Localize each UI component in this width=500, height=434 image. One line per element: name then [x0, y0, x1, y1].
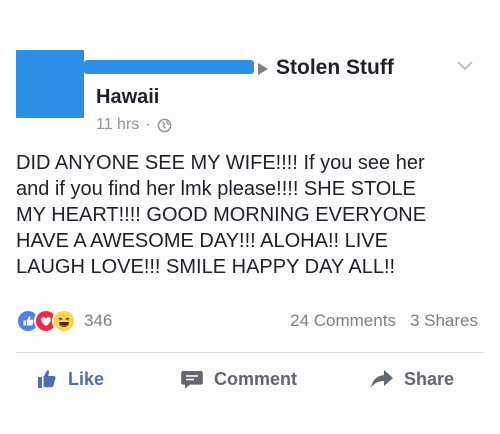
share-button[interactable]: Share — [370, 368, 454, 390]
arrow-right-icon — [258, 63, 268, 75]
action-bar: Like Comment Share — [0, 368, 500, 404]
post-timestamp[interactable]: 11 hrs — [96, 116, 139, 134]
shares-count-link[interactable]: 3 Shares — [410, 311, 478, 331]
post-body: DID ANYONE SEE MY WIFE!!!! If you see he… — [16, 152, 427, 278]
engagement-counts: 24 Comments 3 Shares — [290, 311, 478, 331]
avatar-redacted[interactable] — [16, 50, 84, 118]
post-meta: 11 hrs · — [96, 116, 172, 134]
comments-count-link[interactable]: 24 Comments — [290, 311, 396, 331]
thumbs-up-icon — [38, 370, 56, 388]
share-arrow-icon — [371, 370, 393, 388]
like-button[interactable]: Like — [36, 368, 104, 390]
author-name-redacted[interactable] — [84, 60, 254, 74]
reaction-count: 346 — [84, 311, 113, 330]
share-label: Share — [404, 368, 455, 389]
group-name[interactable]: Stolen Stuff — [276, 56, 394, 80]
globe-icon[interactable] — [157, 118, 172, 133]
divider — [16, 352, 484, 353]
like-label: Like — [68, 368, 105, 389]
haha-reaction-icon — [52, 309, 76, 333]
comment-label: Comment — [214, 368, 298, 389]
post-location[interactable]: Hawaii — [96, 86, 159, 109]
facebook-post: Stolen Stuff Hawaii 11 hrs · DID ANYONE … — [0, 0, 500, 434]
chevron-down-icon[interactable] — [456, 60, 474, 72]
reactions-summary[interactable]: 346 — [16, 308, 112, 334]
comment-icon — [181, 371, 203, 389]
comment-button[interactable]: Comment — [180, 368, 297, 390]
meta-separator: · — [145, 116, 151, 133]
